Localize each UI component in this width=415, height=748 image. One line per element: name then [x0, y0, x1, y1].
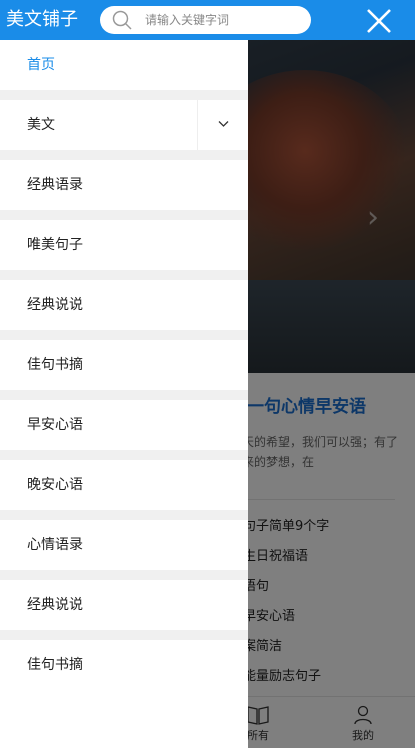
nav-item-classic-posts[interactable]: 经典说说	[0, 280, 248, 330]
top-header: 美文铺子 请输入关键字词	[0, 0, 415, 40]
nav-item-book-excerpts[interactable]: 佳句书摘	[0, 340, 248, 390]
search-box[interactable]: 请输入关键字词	[100, 6, 311, 34]
nav-drawer: 首页 美文 经典语录 唯美句子 经典说说 佳句书摘 早安心语 晚安心语 心情语录…	[0, 40, 248, 748]
nav-item-home[interactable]: 首页	[0, 40, 248, 90]
nav-item-label: 首页	[27, 57, 55, 73]
nav-item-classic-posts-2[interactable]: 经典说说	[0, 580, 248, 630]
site-logo[interactable]: 美文铺子	[6, 8, 78, 32]
nav-item-classic-quotes[interactable]: 经典语录	[0, 160, 248, 210]
nav-item-label: 唯美句子	[27, 237, 83, 253]
nav-item-book-excerpts-2[interactable]: 佳句书摘	[0, 640, 248, 748]
nav-item-label: 经典语录	[27, 177, 83, 193]
nav-item-label: 经典说说	[27, 597, 83, 613]
nav-item-label: 晚安心语	[27, 477, 83, 493]
nav-item-label: 佳句书摘	[27, 657, 83, 673]
nav-item-mood-quotes[interactable]: 心情语录	[0, 520, 248, 570]
nav-item-label: 经典说说	[27, 297, 83, 313]
search-input[interactable]: 请输入关键字词	[145, 12, 229, 28]
nav-item-label: 早安心语	[27, 417, 83, 433]
nav-item-morning-words[interactable]: 早安心语	[0, 400, 248, 450]
nav-item-label: 心情语录	[27, 537, 83, 553]
nav-item-night-words[interactable]: 晚安心语	[0, 460, 248, 510]
nav-item-articles[interactable]: 美文	[0, 100, 248, 150]
nav-item-label: 美文	[27, 117, 55, 133]
expand-button[interactable]	[197, 100, 248, 150]
nav-item-beautiful-sentences[interactable]: 唯美句子	[0, 220, 248, 270]
search-icon	[112, 10, 132, 30]
nav-item-label: 佳句书摘	[27, 357, 83, 373]
close-icon[interactable]	[366, 8, 392, 34]
chevron-down-icon	[218, 121, 229, 127]
